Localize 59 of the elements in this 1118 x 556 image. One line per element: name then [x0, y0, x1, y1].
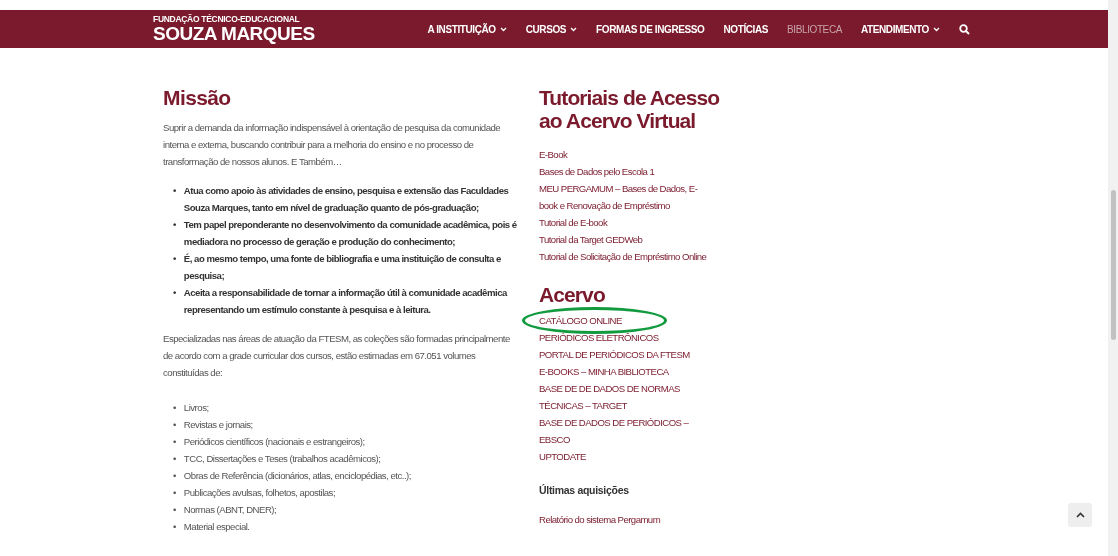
section-heading: Missão	[163, 86, 232, 109]
nav-link[interactable]: A INSTITUIÇÃO	[427, 21, 507, 37]
tutorial-link[interactable]: Bases de Dados pelo Escola 1	[539, 163, 711, 180]
bullet: •	[173, 184, 176, 198]
report-link[interactable]: Relatório do sistema Pergamum	[539, 510, 711, 528]
logo-title: SOUZA MARQUES	[153, 24, 315, 43]
caret-up-icon	[1075, 512, 1085, 518]
bullet: •	[173, 252, 176, 266]
list-item: É, ao mesmo tempo, uma fonte de bibliografia e uma instituição de consulta e pesquisa;	[183, 252, 502, 283]
collection-link[interactable]: UPTODATE	[539, 448, 711, 465]
bullet: •	[173, 503, 176, 517]
back-to-top-button[interactable]	[1068, 503, 1092, 527]
list-item: Periódicos científicos (nacionais e estrangeiros);	[183, 435, 365, 449]
list-item: Obras de Referência (dicionários, atlas, enciclopédias, etc..);	[183, 469, 411, 483]
tutorial-link[interactable]: Tutorial da Target GEDWeb	[539, 231, 711, 248]
tutorial-link[interactable]: Tutorial de Solicitação de Empréstimo Online	[539, 248, 711, 265]
bullet: •	[173, 418, 176, 432]
collection-link[interactable]: PERIÓDICOS ELETRÔNICOS	[539, 329, 711, 346]
list-item: Normas (ABNT, DNER);	[183, 503, 277, 517]
nav-link[interactable]: NOTÍCIAS	[723, 21, 769, 37]
nav-link[interactable]: ATENDIMENTO	[861, 21, 940, 37]
bullet: •	[173, 469, 176, 483]
chevron-down-icon	[499, 27, 507, 33]
bullet: •	[173, 218, 176, 232]
chevron-down-icon	[933, 27, 940, 33]
list-item: Livros;	[183, 401, 209, 415]
collection-link[interactable]: CATÁLOGO ONLINE	[539, 312, 711, 329]
list-item: Aceita a responsabilidade de tornar a informação útil à comunidade acadêmica representando um estímulo constante à pesquisa e à leitura.	[183, 286, 509, 317]
list-item: Publicações avulsas, folhetos, apostilas;	[183, 486, 336, 500]
list-item: Material especial.	[183, 520, 250, 534]
paragraph: Suprir a demanda da informação indispensável à orientação de pesquisa da comunidade interna e externa, buscando contribuir para a melhoria do ensino e no processo de transformação de nossos alunos. E Também…	[163, 121, 502, 169]
chevron-down-icon	[570, 27, 578, 33]
bullet: •	[173, 286, 176, 300]
list-item: Atua como apoio às atividades de ensino, pesquisa e extensão das Faculdades Souza Marques, tanto em nível de graduação quanto de pós-graduação;	[183, 184, 510, 215]
list-item: Tem papel preponderante no desenvolvimento da comunidade acadêmica, pois é mediadora no processo de geração e produção do conhecimento;	[183, 218, 518, 249]
search-icon[interactable]	[959, 23, 970, 35]
tutorial-link[interactable]: Tutorial de E-book	[539, 214, 711, 231]
nav-link[interactable]: BIBLIOTECA	[787, 21, 842, 37]
list-item: Revistas e jornais;	[183, 418, 253, 432]
collection-link[interactable]: BASE DE DE DADOS DE NORMAS TÉCNICAS – TARGET	[539, 380, 711, 414]
bullet: •	[173, 452, 176, 466]
bullet: •	[173, 486, 176, 500]
paragraph: Especializadas nas áreas de atuação da FTESM, as coleções são formadas principalmente de acordo com a grade curricular dos cursos, estão estimadas em 67.051 volumes constituídas de:	[163, 332, 511, 380]
scrollbar-thumb[interactable]	[1111, 190, 1116, 340]
tutorial-link[interactable]: E-Book	[539, 146, 711, 163]
nav-link[interactable]: CURSOS	[525, 21, 578, 37]
logo-subtitle: FUNDAÇÃO TÉCNICO-EDUCACIONAL	[153, 15, 301, 24]
tutorial-link[interactable]: MEU PERGAMUM – Bases de Dados, E-book e Renovação de Empréstimo	[539, 180, 711, 214]
nav-link[interactable]: FORMAS DE INGRESSO	[596, 21, 705, 37]
collection-link[interactable]: PORTAL DE PERIÓDICOS DA FTESM	[539, 346, 711, 363]
bullet: •	[173, 520, 176, 534]
section-heading: Tutoriais de Acesso ao Acervo Virtual	[539, 86, 721, 132]
collection-link[interactable]: BASE DE DADOS DE PERIÓDICOS – EBSCO	[539, 414, 711, 448]
bullet: •	[173, 401, 176, 415]
subheading: Últimas aquisições	[539, 483, 630, 498]
section-heading: Acervo	[539, 283, 606, 306]
bullet: •	[173, 435, 176, 449]
collection-link[interactable]: E-BOOKS – MINHA BIBLIOTECA	[539, 363, 711, 380]
list-item: TCC, Dissertações e Teses (trabalhos acadêmicos);	[183, 452, 381, 466]
